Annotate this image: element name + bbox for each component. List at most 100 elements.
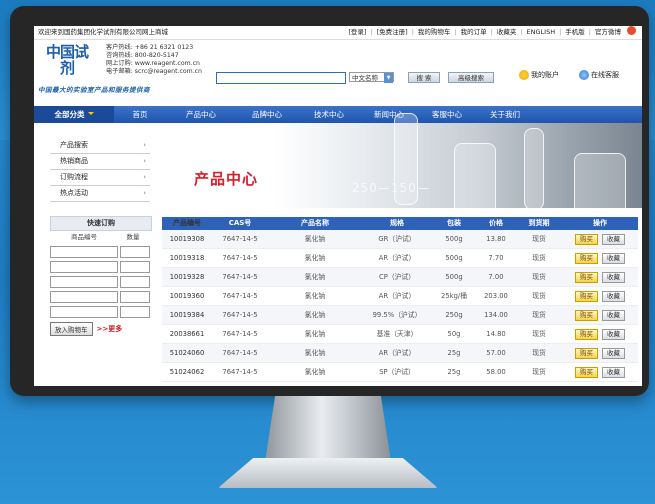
code-input[interactable] [50, 261, 118, 273]
weibo-link[interactable]: 官方微博 [595, 26, 621, 39]
favorite-button[interactable]: 收藏 [602, 366, 625, 378]
favorite-button[interactable]: 收藏 [602, 252, 625, 264]
buy-button[interactable]: 购买 [575, 328, 598, 340]
header-spec[interactable]: 规格 [362, 217, 432, 230]
nav-item-tech[interactable]: 技术中心 [298, 106, 360, 123]
login-link[interactable]: [登录] [348, 26, 366, 39]
cell-code[interactable]: 51024060 [162, 344, 212, 362]
search-type-value: 中文名称 [352, 74, 378, 82]
qty-input[interactable] [120, 291, 150, 303]
header-code[interactable]: 产品编号 [162, 217, 212, 230]
favorite-button[interactable]: 收藏 [602, 290, 625, 302]
cell-code[interactable]: 10019384 [162, 306, 212, 324]
header-name[interactable]: 产品名称 [268, 217, 362, 230]
buy-button[interactable]: 购买 [575, 271, 598, 283]
nav-item-service[interactable]: 客服中心 [418, 106, 476, 123]
cell-arrival: 现货 [532, 368, 546, 376]
menu-item-product-search[interactable]: 产品搜索 › [50, 138, 150, 154]
quick-order-row [50, 291, 152, 303]
buy-button[interactable]: 购买 [575, 290, 598, 302]
code-input[interactable] [50, 276, 118, 288]
quick-order-row [50, 276, 152, 288]
header-pack[interactable]: 包装 [432, 217, 476, 230]
table-body: 10019308 7647-14-5 氯化钠 GR（沪试） 500g 13.80 现货 购买收… [162, 230, 638, 382]
cell-code[interactable]: 51024062 [162, 363, 212, 381]
search-type-select[interactable]: 中文名称 ▼ [349, 72, 394, 83]
mobile-link[interactable]: 手机版 [565, 26, 585, 39]
favorite-button[interactable]: 收藏 [602, 233, 625, 245]
qty-input[interactable] [120, 246, 150, 258]
qty-input[interactable] [120, 276, 150, 288]
nav-all-label: 全部分类 [54, 110, 85, 119]
cell-cas: 7647-14-5 [222, 330, 258, 338]
header-cas[interactable]: CAS号 [212, 217, 268, 230]
menu-item-order-process[interactable]: 订购流程 › [50, 170, 150, 186]
menu-item-hot-products[interactable]: 热销商品 › [50, 154, 150, 170]
cell-price: 13.80 [486, 235, 506, 243]
nav-item-brands[interactable]: 品牌中心 [236, 106, 298, 123]
cell-cas: 7647-14-5 [222, 254, 258, 262]
code-input[interactable] [50, 306, 118, 318]
favorite-button[interactable]: 收藏 [602, 271, 625, 283]
cell-code[interactable]: 10019308 [162, 230, 212, 248]
register-link[interactable]: [免费注册] [377, 26, 408, 39]
my-account-link[interactable]: 我的账户 [519, 70, 559, 80]
cell-cas: 7647-14-5 [222, 273, 258, 281]
advanced-search-button[interactable]: 高级搜索 [448, 72, 494, 83]
favorite-button[interactable]: 收藏 [602, 328, 625, 340]
english-link[interactable]: ENGLISH [527, 26, 556, 39]
orders-link[interactable]: 我的订单 [461, 26, 487, 39]
cell-code[interactable]: 10019360 [162, 287, 212, 305]
header-price[interactable]: 价格 [476, 217, 516, 230]
cell-name: 氯化钠 [304, 368, 326, 376]
nav-item-about[interactable]: 关于我们 [476, 106, 534, 123]
nav-item-products[interactable]: 产品中心 [166, 106, 236, 123]
cell-actions: 购买 收藏 [562, 287, 638, 305]
code-input[interactable] [50, 246, 118, 258]
cell-cas: 7647-14-5 [222, 311, 258, 319]
favorite-button[interactable]: 收藏 [602, 309, 625, 321]
code-input[interactable] [50, 291, 118, 303]
cell-spec: 99.5%（沪试） [372, 311, 422, 319]
cell-code[interactable]: 10019318 [162, 249, 212, 267]
cell-code[interactable]: 20038661 [162, 325, 212, 343]
table-row: 20038661 7647-14-5 氯化钠 基准（天津） 50g 14.80 现货 购买 收藏 [162, 325, 638, 344]
buy-button[interactable]: 购买 [575, 347, 598, 359]
buy-button[interactable]: 购买 [575, 366, 598, 378]
weibo-icon[interactable] [627, 26, 636, 35]
online-service-link[interactable]: 在线客服 [579, 70, 619, 80]
slogan: 中国最大的实验室产品和服务提供商 [38, 86, 150, 94]
menu-item-hot-events[interactable]: 热点活动 › [50, 186, 150, 202]
search-input[interactable] [216, 72, 346, 84]
cell-price: 203.00 [484, 292, 508, 300]
monitor-stand-neck [265, 396, 391, 462]
cell-code[interactable]: 10019328 [162, 268, 212, 286]
cell-spec: SP（沪试） [379, 368, 415, 376]
cell-pack: 50g [447, 330, 461, 338]
nav-all-categories[interactable]: 全部分类 [34, 106, 114, 123]
search-button[interactable]: 搜 索 [408, 72, 440, 83]
header-arrival[interactable]: 到货期 [516, 217, 562, 230]
nav-item-home[interactable]: 首页 [114, 106, 166, 123]
add-to-cart-button[interactable]: 放入购物车 [50, 322, 93, 336]
cell-arrival: 现货 [532, 292, 546, 300]
cell-arrival: 现货 [532, 235, 546, 243]
cell-pack: 25g [447, 368, 461, 376]
logo[interactable]: 中国试剂 [42, 44, 92, 80]
buy-button[interactable]: 购买 [575, 252, 598, 264]
cart-link[interactable]: 我的购物车 [418, 26, 451, 39]
left-menu: 产品搜索 › 热销商品 › 订购流程 › 热点活动 › [50, 138, 150, 202]
qty-input[interactable] [120, 306, 150, 318]
buy-button[interactable]: 购买 [575, 233, 598, 245]
contact-line: 电子邮箱: scrc@reagent.com.cn [106, 68, 202, 75]
more-link[interactable]: >>更多 [97, 324, 123, 334]
cell-pack: 500g [445, 273, 463, 281]
cell-actions: 购买 收藏 [562, 249, 638, 267]
favorites-link[interactable]: 收藏夹 [497, 26, 517, 39]
table-row: 10019360 7647-14-5 氯化钠 AR（沪试） 25kg/桶 203.00 现货… [162, 287, 638, 306]
menu-label: 热点活动 [60, 189, 88, 197]
qty-input[interactable] [120, 261, 150, 273]
cell-price: 7.00 [488, 273, 504, 281]
buy-button[interactable]: 购买 [575, 309, 598, 321]
favorite-button[interactable]: 收藏 [602, 347, 625, 359]
